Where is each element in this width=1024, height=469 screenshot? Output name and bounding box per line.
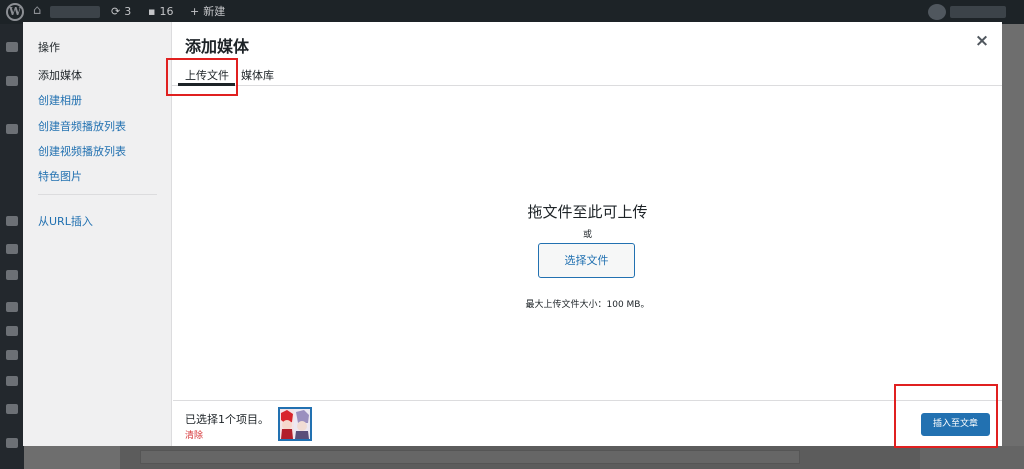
select-files-button[interactable]: 选择文件 — [538, 243, 635, 278]
avatar — [928, 4, 946, 20]
highlight-insert-button — [894, 384, 998, 448]
menu-item-insert-from-url[interactable]: 从URL插入 — [38, 213, 93, 229]
site-name[interactable] — [50, 6, 100, 18]
selection-count: 已选择1个项目。 — [185, 413, 269, 426]
menu-item-featured-image[interactable]: 特色图片 — [38, 168, 82, 184]
home-icon[interactable]: ⌂ — [33, 4, 45, 18]
media-modal-menu: 操作 添加媒体 创建相册 创建音频播放列表 创建视频播放列表 特色图片 从URL… — [23, 22, 172, 446]
media-toolbar: 已选择1个项目。 清除 插入至文章 — [173, 400, 1002, 446]
menu-item-add-media[interactable]: 添加媒体 — [38, 67, 82, 83]
user-name — [950, 6, 1006, 18]
new-label: 新建 — [203, 5, 226, 18]
tab-media-library[interactable]: 媒体库 — [241, 67, 274, 83]
media-router-tabs: 上传文件 媒体库 — [172, 58, 1002, 86]
drop-instructions: 拖文件至此可上传 — [527, 203, 648, 221]
admin-side-menu — [0, 24, 24, 469]
plus-icon: + — [190, 5, 200, 18]
thumbnail-image — [280, 409, 310, 439]
comments-count: 16 — [159, 5, 174, 18]
background-strip — [140, 450, 800, 464]
comments-link[interactable]: ▪ 16 — [148, 0, 173, 24]
menu-divider — [38, 194, 157, 195]
users-icon[interactable] — [6, 350, 18, 360]
tools-icon[interactable] — [6, 376, 18, 386]
highlight-upload-tab — [166, 58, 238, 96]
upload-drop-zone[interactable]: 拖文件至此可上传 或 选择文件 最大上传文件大小：100 MB。 — [173, 86, 1002, 400]
pages-icon[interactable] — [6, 244, 18, 254]
menu-item-audio-playlist[interactable]: 创建音频播放列表 — [38, 118, 126, 134]
collapse-icon[interactable] — [6, 438, 18, 448]
updates-count: 3 — [124, 5, 132, 18]
plugins-icon[interactable] — [6, 326, 18, 336]
updates-link[interactable]: ⟳ 3 — [111, 0, 131, 24]
settings-icon[interactable] — [6, 404, 18, 414]
wordpress-logo-icon[interactable]: W — [6, 3, 24, 21]
posts-icon[interactable] — [6, 76, 18, 86]
media-icon[interactable] — [6, 216, 18, 226]
menu-item-create-gallery[interactable]: 创建相册 — [38, 92, 82, 108]
menu-item-video-playlist[interactable]: 创建视频播放列表 — [38, 143, 126, 159]
appearance-icon[interactable] — [6, 302, 18, 312]
or-label: 或 — [582, 230, 592, 240]
comment-icon: ▪ — [148, 5, 156, 18]
max-upload-size: 最大上传文件大小：100 MB。 — [525, 300, 650, 310]
background-right-panel — [920, 446, 1024, 469]
close-icon[interactable]: × — [972, 31, 992, 51]
selected-attachment-thumbnail[interactable] — [278, 407, 312, 441]
refresh-icon: ⟳ — [111, 5, 121, 18]
comments-menu-icon[interactable] — [6, 270, 18, 280]
admin-bar: W ⌂ ⟳ 3 ▪ 16 + 新建 — [0, 0, 1024, 24]
user-account-menu[interactable] — [928, 4, 1008, 20]
background-footer — [120, 446, 1024, 469]
menu-heading: 操作 — [38, 41, 60, 54]
menu-icon[interactable] — [6, 124, 18, 134]
new-content-link[interactable]: + 新建 — [190, 0, 225, 24]
clear-selection-link[interactable]: 清除 — [185, 428, 203, 441]
modal-title: 添加媒体 — [185, 37, 250, 56]
dashboard-icon[interactable] — [6, 42, 18, 52]
